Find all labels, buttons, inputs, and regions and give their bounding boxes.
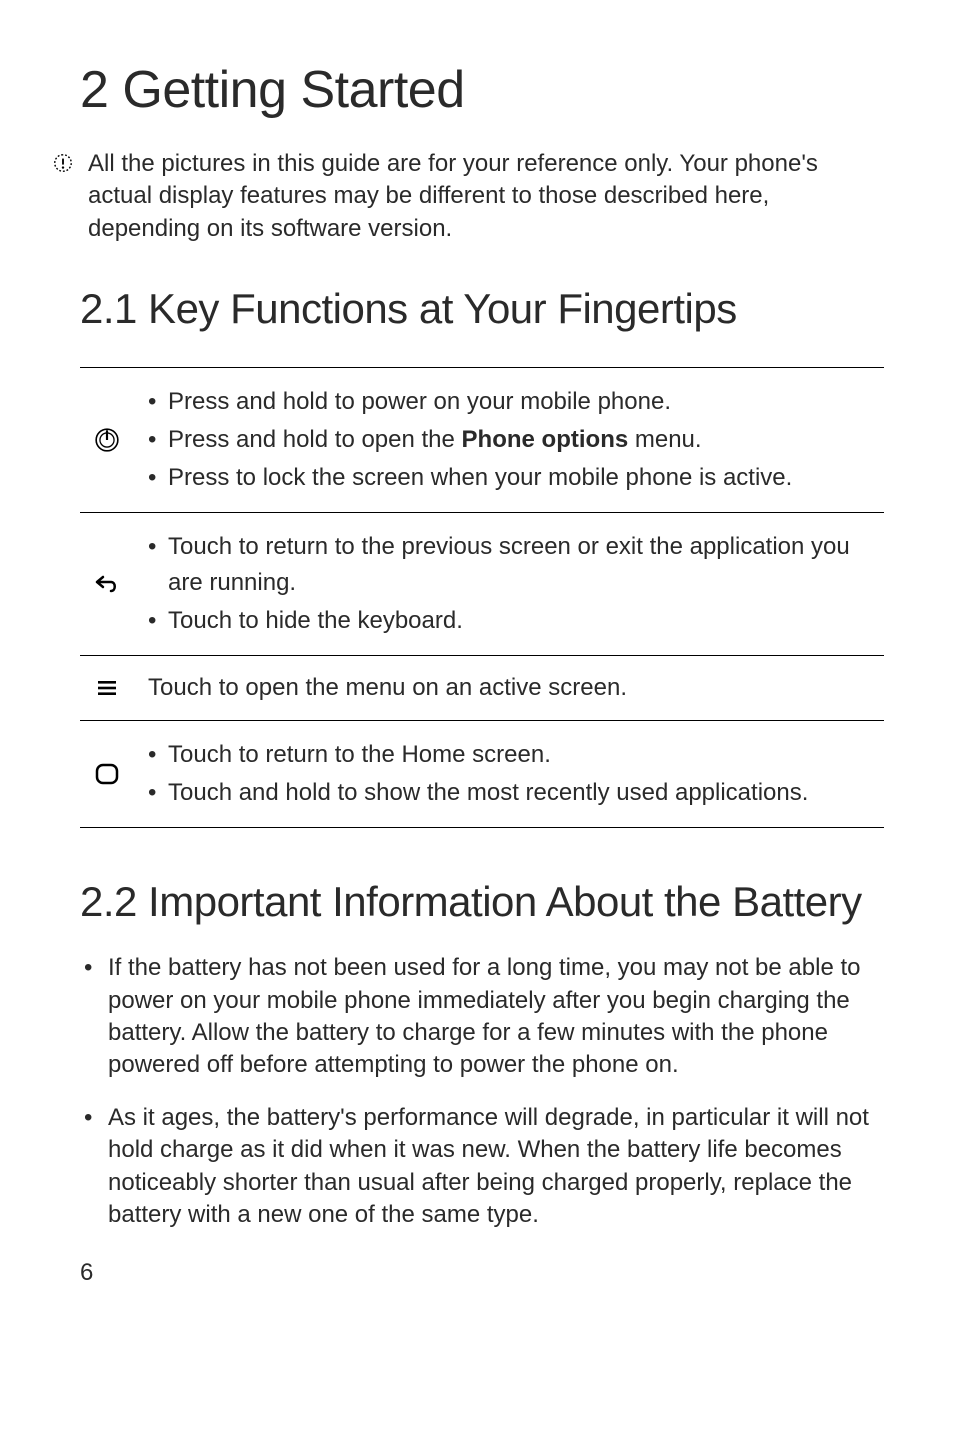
alert-icon	[52, 152, 74, 179]
menu-description: Touch to open the menu on an active scre…	[148, 670, 627, 706]
page-title: 2 Getting Started	[80, 60, 884, 120]
list-item: Press and hold to power on your mobile p…	[148, 384, 792, 420]
list-item: Press and hold to open the Phone options…	[148, 422, 792, 458]
power-icon	[80, 427, 126, 453]
back-description: Touch to return to the previous screen o…	[148, 527, 884, 641]
info-note-text: All the pictures in this guide are for y…	[88, 148, 884, 245]
table-row: Touch to return to the previous screen o…	[80, 513, 884, 656]
back-icon	[80, 572, 126, 596]
section-heading-battery: 2.2 Important Information About the Batt…	[80, 878, 884, 926]
battery-info-list: If the battery has not been used for a l…	[80, 952, 884, 1231]
list-item: Touch to hide the keyboard.	[148, 603, 884, 639]
power-description: Press and hold to power on your mobile p…	[148, 382, 792, 498]
table-row: Touch to open the menu on an active scre…	[80, 656, 884, 721]
home-icon	[80, 761, 126, 787]
list-item: Touch to return to the Home screen.	[148, 737, 808, 773]
list-item: Press to lock the screen when your mobil…	[148, 460, 792, 496]
table-row: Press and hold to power on your mobile p…	[80, 368, 884, 513]
menu-icon	[80, 679, 126, 697]
list-item: Touch to return to the previous screen o…	[148, 529, 884, 601]
table-row: Touch to return to the Home screen. Touc…	[80, 721, 884, 828]
key-functions-table: Press and hold to power on your mobile p…	[80, 367, 884, 828]
page-number: 6	[80, 1259, 884, 1287]
list-item: Touch and hold to show the most recently…	[148, 775, 808, 811]
info-note: All the pictures in this guide are for y…	[52, 148, 884, 245]
home-description: Touch to return to the Home screen. Touc…	[148, 735, 808, 813]
list-item: If the battery has not been used for a l…	[80, 952, 884, 1082]
list-item: As it ages, the battery's performance wi…	[80, 1102, 884, 1232]
list-item: Touch to open the menu on an active scre…	[148, 670, 627, 706]
section-heading-key-functions: 2.1 Key Functions at Your Fingertips	[80, 285, 884, 333]
